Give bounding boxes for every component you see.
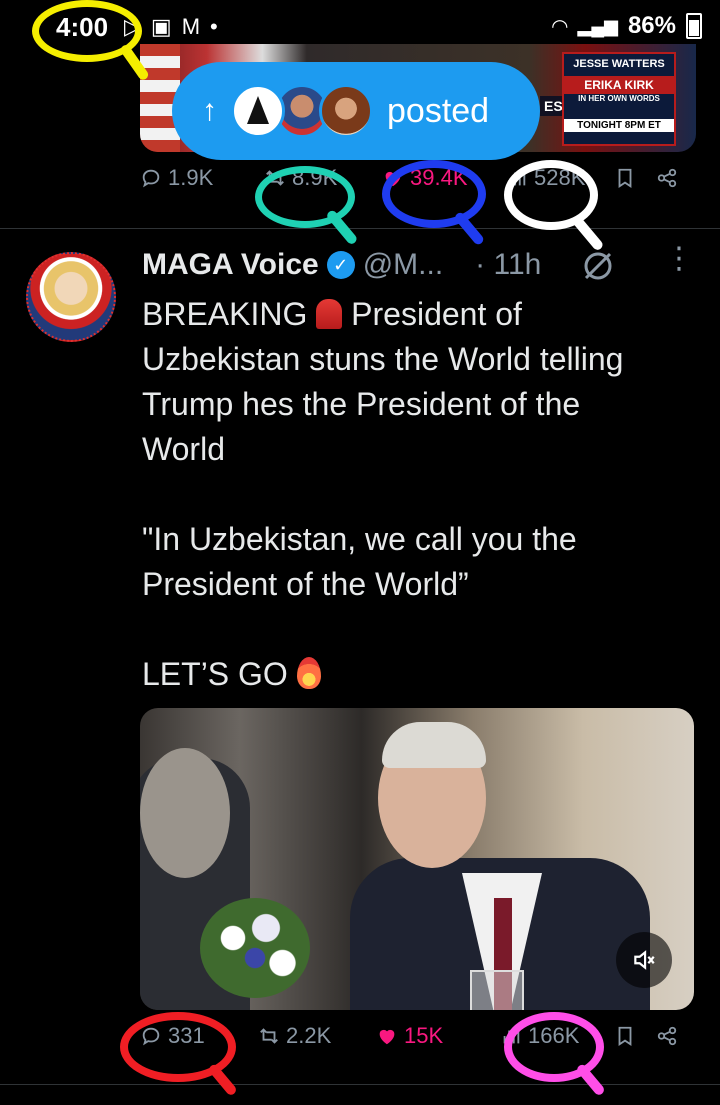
- battery-icon: [686, 13, 702, 39]
- post-time[interactable]: · 11h: [475, 248, 541, 282]
- video-glass: [470, 970, 524, 1010]
- reply-icon: [142, 169, 160, 188]
- avatar: [319, 84, 373, 138]
- new-posts-pill[interactable]: ↑ posted: [172, 62, 540, 160]
- heart-filled-icon: [379, 1029, 395, 1045]
- post-text-line1-rest: President of: [342, 296, 522, 332]
- author-handle[interactable]: @M...: [363, 248, 443, 282]
- gallery-icon: ▣: [150, 14, 172, 39]
- bookmark-icon: [618, 168, 632, 188]
- mute-button[interactable]: [616, 932, 672, 988]
- dot-icon: •: [210, 14, 218, 39]
- wifi-icon: ◠: [552, 15, 568, 38]
- repost-icon: [260, 1028, 278, 1044]
- divider: [0, 228, 720, 229]
- overlay-show: JESSE WATTERS: [573, 58, 665, 70]
- overlay-sub: IN HER OWN WORDS: [578, 94, 660, 103]
- overlay-time: TONIGHT 8PM ET: [564, 119, 674, 132]
- bookmark-button[interactable]: [614, 1025, 636, 1047]
- gmail-icon: M: [181, 14, 201, 39]
- fire-emoji-icon: [296, 657, 321, 689]
- like-count: 15K: [404, 1023, 444, 1048]
- media-overlay-banner: JESSE WATTERS ERIKA KIRK IN HER OWN WORD…: [562, 52, 676, 146]
- divider: [0, 1084, 720, 1085]
- share-icon: [657, 168, 677, 188]
- reply-button[interactable]: 1.9K: [140, 165, 213, 191]
- siren-emoji-icon: [316, 299, 343, 329]
- share-icon: [657, 1026, 677, 1046]
- post-video[interactable]: [140, 708, 694, 1010]
- battery-percent: 86%: [627, 12, 676, 39]
- status-system: ◠ ▂▄▆ 86%: [552, 12, 702, 40]
- posted-avatars: [231, 84, 373, 138]
- annotation-tail-white: [571, 214, 605, 252]
- arrow-up-icon: ↑: [202, 94, 217, 127]
- like-button[interactable]: 15K: [376, 1023, 443, 1049]
- post-text-body: Uzbekistan stuns the World telling Trump…: [142, 341, 624, 692]
- video-hair: [382, 722, 486, 768]
- bookmark-icon: [618, 1026, 632, 1046]
- annotation-circle-white: [504, 160, 598, 230]
- video-person-left-head: [140, 748, 230, 878]
- speaker-muted-icon: [634, 950, 655, 970]
- annotation-circle-blue: [382, 160, 486, 228]
- post-text-breaking: BREAKING: [142, 296, 308, 332]
- author-avatar[interactable]: [26, 252, 116, 342]
- share-button[interactable]: [656, 167, 678, 189]
- verified-badge-icon: ✓: [326, 251, 355, 279]
- posted-label: posted: [387, 91, 490, 130]
- video-flowers: [200, 898, 310, 998]
- avatar: [231, 84, 285, 138]
- author-line: MAGA Voice ✓ @M... · 11h: [142, 248, 541, 282]
- bookmark-button[interactable]: [614, 167, 636, 189]
- author-name[interactable]: MAGA Voice: [142, 248, 319, 282]
- repost-count: 2.2K: [286, 1023, 332, 1048]
- share-button[interactable]: [656, 1025, 678, 1047]
- signal-icon: ▂▄▆: [577, 15, 618, 36]
- reply-count: 1.9K: [168, 165, 214, 190]
- repost-button[interactable]: 2.2K: [258, 1023, 331, 1049]
- overlay-name: ERIKA KIRK: [564, 76, 674, 94]
- post-text: BREAKING President of Uzbekistan stuns t…: [142, 292, 702, 697]
- grok-icon[interactable]: [580, 248, 616, 284]
- more-options-icon[interactable]: ⋮: [664, 244, 694, 286]
